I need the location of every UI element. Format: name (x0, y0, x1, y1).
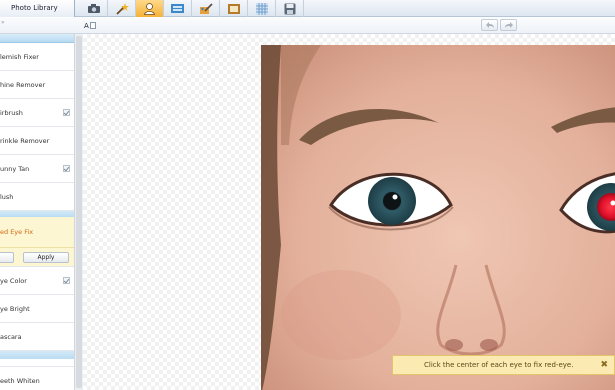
undo-button[interactable] (481, 19, 498, 31)
sidebar-item-label: eeth Whiten (0, 376, 40, 385)
sidebar-item-red-eye-fix[interactable]: ed Eye Fix (0, 217, 74, 248)
sidebar-item-sunny-tan[interactable]: unny Tan (0, 155, 74, 183)
cancel-button[interactable] (0, 252, 14, 263)
sidebar-item-blemish-fixer[interactable]: lemish Fixer (0, 43, 74, 71)
frames-icon[interactable] (164, 0, 192, 17)
camera-icon[interactable] (80, 0, 108, 17)
brush-icon[interactable] (192, 0, 220, 17)
sidebar-item-eye-color[interactable]: ye Color (0, 267, 74, 295)
sidebar-item-label: ye Bright (0, 304, 30, 313)
sidebar-item-blush[interactable]: lush (0, 183, 74, 211)
sidebar-header (0, 34, 74, 43)
font-label: A (84, 21, 89, 30)
red-eye-actions: Apply (0, 248, 74, 267)
font-size-button[interactable]: A (84, 20, 98, 31)
sidebar-item-label: irbrush (0, 108, 23, 117)
sidebar-item-label: rinkle Remover (0, 136, 50, 145)
sidebar-item-eye-bright[interactable]: ye Bright (0, 295, 74, 323)
sidebar-item-label: ye Color (0, 276, 27, 285)
photo-canvas[interactable] (83, 34, 615, 390)
portrait-icon[interactable] (136, 0, 164, 17)
secondary-toolbar: » A (0, 17, 615, 34)
checkmark-icon (63, 277, 70, 284)
hint-text: Click the center of each eye to fix red-… (424, 361, 574, 369)
sidebar-item-label: ed Eye Fix (0, 228, 34, 236)
main-toolbar: Photo Library (0, 0, 615, 17)
close-icon[interactable]: ✖ (600, 360, 608, 370)
sidebar-item-label: lemish Fixer (0, 52, 39, 61)
redo-button[interactable] (500, 19, 517, 31)
red-eye-hint-banner: Click the center of each eye to fix red-… (392, 355, 615, 375)
collapse-panel-icon[interactable]: » (1, 19, 5, 26)
redo-icon (504, 22, 513, 28)
sidebar-item-label: hine Remover (0, 80, 46, 89)
undo-icon (485, 22, 494, 28)
checkmark-icon (63, 165, 70, 172)
texture-icon[interactable] (248, 0, 276, 17)
sidebar-item-airbrush[interactable]: irbrush (0, 99, 74, 127)
photo-library-tab[interactable]: Photo Library (0, 0, 75, 17)
sidebar-item-label: unny Tan (0, 164, 30, 173)
sidebar-divider (0, 351, 74, 359)
picture-frame-icon[interactable] (220, 0, 248, 17)
portrait-photo[interactable] (261, 45, 615, 390)
sidebar-item-teeth-whiten[interactable]: eeth Whiten (0, 367, 74, 390)
touchup-sidebar: lemish Fixer hine Remover irbrush rinkle… (0, 34, 74, 390)
scrollbar-thumb[interactable] (76, 36, 82, 388)
sidebar-item-label: ascara (0, 332, 22, 341)
checkmark-icon (63, 109, 70, 116)
sidebar-item-shine-remover[interactable]: hine Remover (0, 71, 74, 99)
font-box-icon (89, 22, 96, 29)
sidebar-item-wrinkle-remover[interactable]: rinkle Remover (0, 127, 74, 155)
photo-editor-app: Photo Library » A lemish Fixer hine Remo… (0, 0, 615, 390)
save-icon[interactable] (276, 0, 304, 17)
apply-button[interactable]: Apply (23, 252, 69, 263)
sidebar-item-label: lush (0, 192, 14, 201)
sidebar-spacer (0, 359, 74, 367)
sidebar-scrollbar[interactable] (74, 34, 83, 390)
magic-wand-icon[interactable] (108, 0, 136, 17)
sidebar-item-mascara[interactable]: ascara (0, 323, 74, 351)
